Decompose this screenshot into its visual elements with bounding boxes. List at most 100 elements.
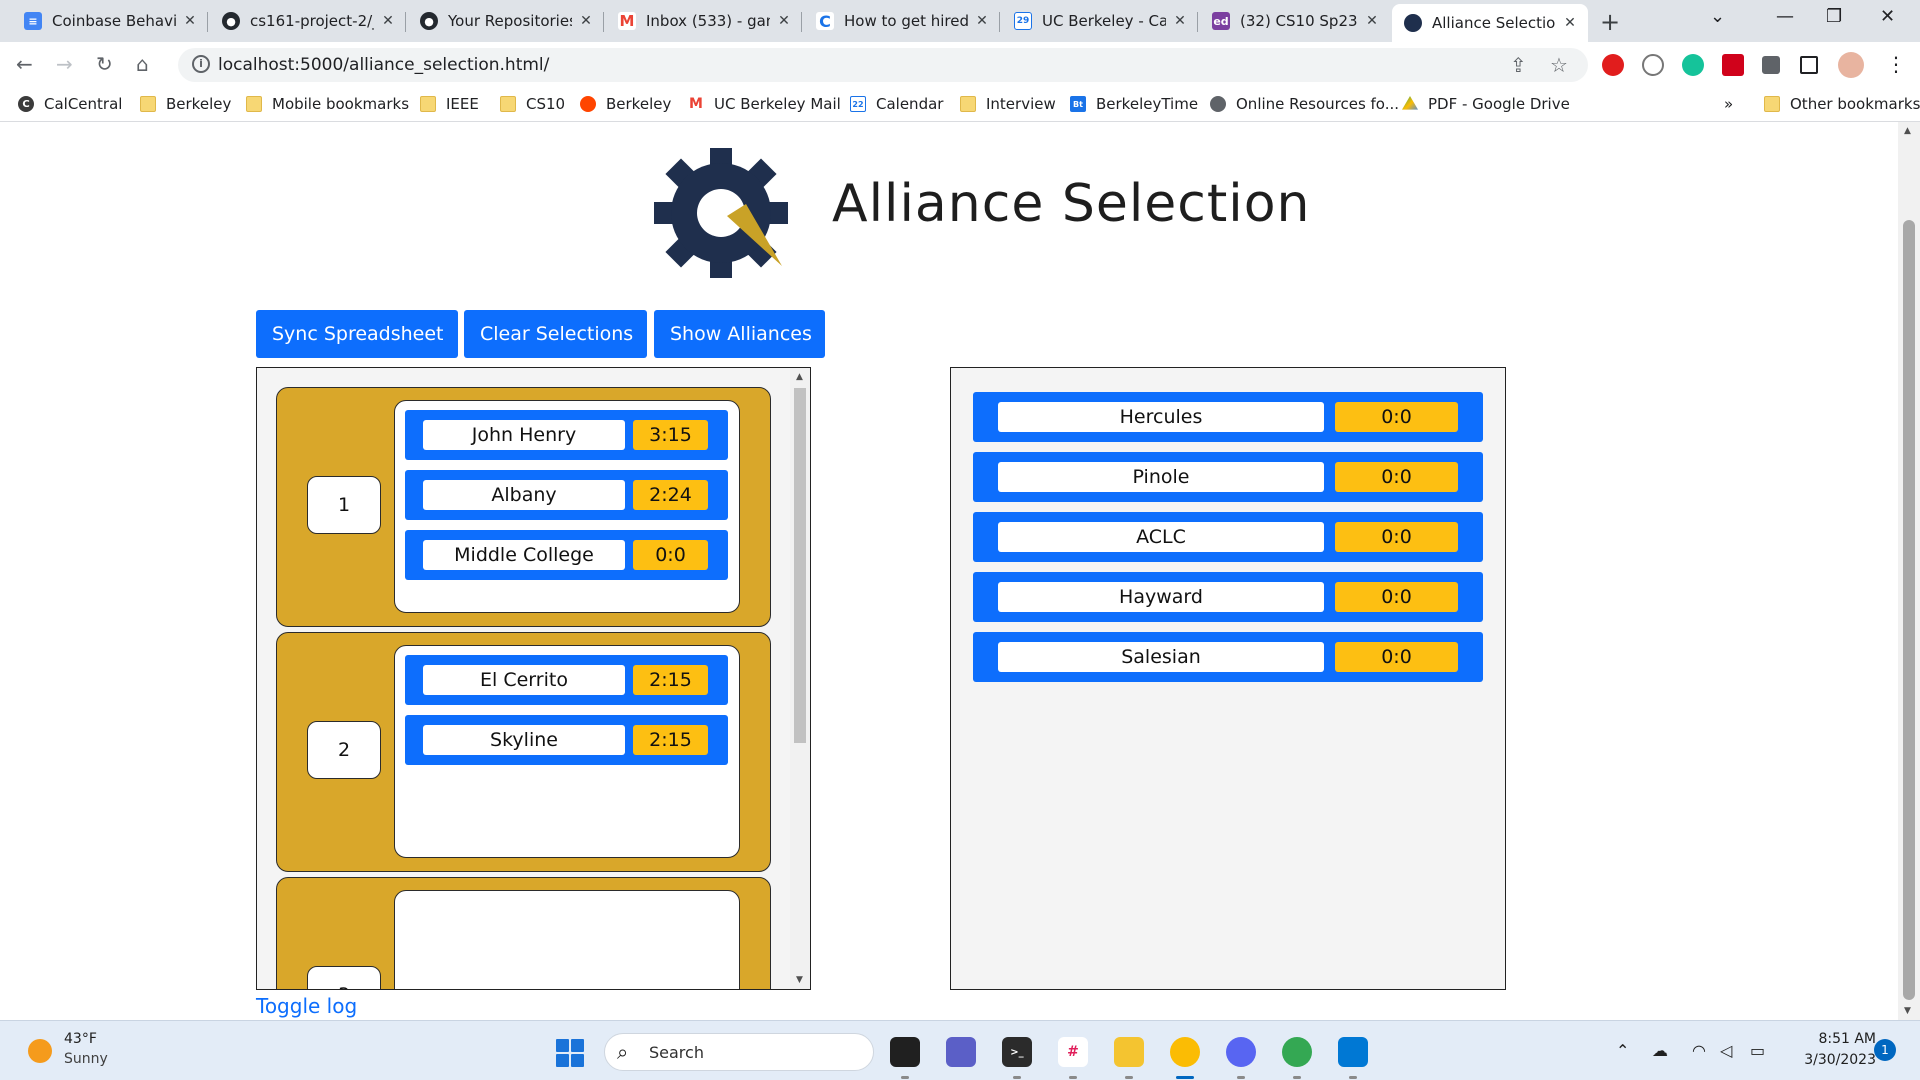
show-alliances-button[interactable]: Show Alliances xyxy=(654,310,825,358)
alliance-card[interactable]: 2 El Cerrito 2:15 Skyline 2:15 xyxy=(276,632,771,872)
available-team[interactable]: Hayward 0:0 xyxy=(973,572,1483,622)
bookmark-star-icon[interactable]: ☆ xyxy=(1550,53,1568,77)
bookmarks-overflow-button[interactable]: » xyxy=(1724,95,1733,113)
bookmark-berkeley-reddit[interactable]: Berkeley xyxy=(580,95,671,113)
battery-icon[interactable]: ▭ xyxy=(1750,1041,1765,1060)
alliance-card[interactable]: 1 John Henry 3:15 Albany 2:24 Middle Col… xyxy=(276,387,771,627)
bookmark-google-drive[interactable]: PDF - Google Drive xyxy=(1402,95,1570,113)
alliance-team[interactable]: El Cerrito 2:15 xyxy=(405,655,728,705)
clock-time[interactable]: 8:51 AM xyxy=(1806,1031,1876,1047)
chevron-up-icon[interactable]: ⌃ xyxy=(1616,1041,1629,1060)
notification-badge[interactable]: 1 xyxy=(1874,1039,1896,1061)
minimize-icon[interactable]: — xyxy=(1776,6,1794,27)
toggle-log-link[interactable]: Toggle log xyxy=(256,994,357,1018)
close-icon[interactable]: ✕ xyxy=(1562,15,1578,31)
alliance-team-slots[interactable] xyxy=(394,890,740,989)
pdf-extension-icon[interactable] xyxy=(1722,54,1744,76)
info-icon[interactable]: i xyxy=(192,55,210,73)
scroll-down-icon[interactable]: ▼ xyxy=(796,975,803,985)
taskbar-search[interactable]: ⌕ Search xyxy=(604,1033,874,1071)
close-icon[interactable]: ✕ xyxy=(974,13,990,29)
bookmark-berkeley-mail[interactable]: M UC Berkeley Mail xyxy=(688,95,841,113)
scroll-up-icon[interactable]: ▲ xyxy=(1904,126,1911,136)
chrome-icon[interactable] xyxy=(1170,1037,1200,1079)
chrome-profile-icon[interactable] xyxy=(1282,1037,1312,1079)
tab-search-icon[interactable]: ⌄ xyxy=(1710,6,1725,27)
available-team[interactable]: Pinole 0:0 xyxy=(973,452,1483,502)
bookmark-interview[interactable]: Interview xyxy=(960,95,1056,113)
share-icon[interactable]: ⇪ xyxy=(1510,53,1527,77)
scroll-down-icon[interactable]: ▼ xyxy=(1904,1006,1911,1016)
side-panel-icon[interactable] xyxy=(1800,56,1818,74)
clock-date[interactable]: 3/30/2023 xyxy=(1796,1052,1876,1068)
grammarly-icon[interactable] xyxy=(1682,54,1704,76)
home-icon[interactable]: ⌂ xyxy=(136,52,149,76)
close-icon[interactable]: ✕ xyxy=(776,13,792,29)
tab-berkeley-calendar[interactable]: 29 UC Berkeley - Cal ✕ xyxy=(1002,4,1198,38)
alliance-card[interactable]: 3 xyxy=(276,877,771,989)
close-icon[interactable]: ✕ xyxy=(380,13,396,29)
tab-repositories[interactable]: ● Your Repositories ✕ xyxy=(408,4,604,38)
wifi-icon[interactable]: ◠ xyxy=(1692,1041,1706,1060)
alliance-team-slots[interactable]: El Cerrito 2:15 Skyline 2:15 xyxy=(394,645,740,858)
sync-spreadsheet-button[interactable]: Sync Spreadsheet xyxy=(256,310,458,358)
tab-cs161[interactable]: ● cs161-project-2/_ ✕ xyxy=(210,4,406,38)
opera-extension-icon[interactable] xyxy=(1602,54,1624,76)
available-team[interactable]: Hercules 0:0 xyxy=(973,392,1483,442)
picklist-scrollbar[interactable]: ▲ ▼ xyxy=(790,368,810,989)
bookmark-other[interactable]: Other bookmarks xyxy=(1764,95,1920,113)
task-view-icon[interactable] xyxy=(890,1037,920,1079)
reload-icon[interactable]: ↻ xyxy=(96,52,113,76)
address-bar[interactable]: i localhost:5000/alliance_selection.html… xyxy=(178,48,1588,82)
back-icon[interactable]: ← xyxy=(16,52,33,76)
available-team[interactable]: ACLC 0:0 xyxy=(973,512,1483,562)
bookmark-ieee[interactable]: IEEE xyxy=(420,95,479,113)
bookmark-calcentral[interactable]: C CalCentral xyxy=(18,95,122,113)
bookmark-cs10[interactable]: CS10 xyxy=(500,95,565,113)
tab-gmail[interactable]: M Inbox (533) - gan ✕ xyxy=(606,4,802,38)
discord-icon[interactable] xyxy=(1226,1037,1256,1079)
extension-icon[interactable] xyxy=(1642,54,1664,76)
puzzle-icon[interactable] xyxy=(1762,56,1780,74)
alliance-team-slots[interactable]: John Henry 3:15 Albany 2:24 Middle Colle… xyxy=(394,400,740,613)
tab-coinbase[interactable]: ≡ Coinbase Behavio ✕ xyxy=(12,4,208,38)
bookmark-berkeley-folder[interactable]: Berkeley xyxy=(140,95,231,113)
clear-selections-button[interactable]: Clear Selections xyxy=(464,310,647,358)
scroll-up-icon[interactable]: ▲ xyxy=(796,372,803,382)
available-teams-pool[interactable]: Hercules 0:0 Pinole 0:0 ACLC 0:0 Hayward… xyxy=(950,367,1506,990)
available-team[interactable]: Salesian 0:0 xyxy=(973,632,1483,682)
menu-icon[interactable]: ⋮ xyxy=(1886,52,1906,76)
close-icon[interactable]: ✕ xyxy=(1364,13,1380,29)
onedrive-icon[interactable]: ☁ xyxy=(1652,1041,1668,1060)
bookmark-berkeleytime[interactable]: Bt BerkeleyTime xyxy=(1070,95,1198,113)
tab-alliance-selection[interactable]: Alliance Selection ✕ xyxy=(1392,4,1588,42)
tab-hired[interactable]: C How to get hired ✕ xyxy=(804,4,1000,38)
slack-icon[interactable]: # xyxy=(1058,1037,1088,1079)
close-icon[interactable]: ✕ xyxy=(578,13,594,29)
alliance-team[interactable]: Middle College 0:0 xyxy=(405,530,728,580)
terminal-icon[interactable]: >_ xyxy=(1002,1037,1032,1079)
alliance-picklist[interactable]: 1 John Henry 3:15 Albany 2:24 Middle Col… xyxy=(256,367,811,990)
url-text[interactable]: localhost:5000/alliance_selection.html/ xyxy=(218,55,549,75)
window-close-icon[interactable]: ✕ xyxy=(1880,6,1895,27)
teams-icon[interactable] xyxy=(946,1037,976,1067)
vscode-icon[interactable] xyxy=(1338,1037,1368,1079)
alliance-team[interactable]: Skyline 2:15 xyxy=(405,715,728,765)
profile-avatar[interactable] xyxy=(1838,52,1864,78)
scrollbar-thumb[interactable] xyxy=(1903,220,1915,1000)
volume-icon[interactable]: ◁ xyxy=(1720,1041,1732,1060)
forward-icon[interactable]: → xyxy=(56,52,73,76)
page-scrollbar[interactable]: ▲ ▼ xyxy=(1898,122,1920,1020)
bookmark-online-resources[interactable]: Online Resources fo... xyxy=(1210,95,1399,113)
scrollbar-thumb[interactable] xyxy=(794,388,806,743)
bookmark-mobile[interactable]: Mobile bookmarks xyxy=(246,95,409,113)
close-icon[interactable]: ✕ xyxy=(182,13,198,29)
windows-start-icon[interactable] xyxy=(556,1039,584,1067)
alliance-team[interactable]: John Henry 3:15 xyxy=(405,410,728,460)
alliance-team[interactable]: Albany 2:24 xyxy=(405,470,728,520)
bookmark-calendar[interactable]: 22 Calendar xyxy=(850,95,943,113)
close-icon[interactable]: ✕ xyxy=(1172,13,1188,29)
tab-cs10-ed[interactable]: ed (32) CS10 Sp23 – ✕ xyxy=(1200,4,1390,38)
file-explorer-icon[interactable] xyxy=(1114,1037,1144,1079)
restore-icon[interactable]: ❐ xyxy=(1826,6,1842,27)
